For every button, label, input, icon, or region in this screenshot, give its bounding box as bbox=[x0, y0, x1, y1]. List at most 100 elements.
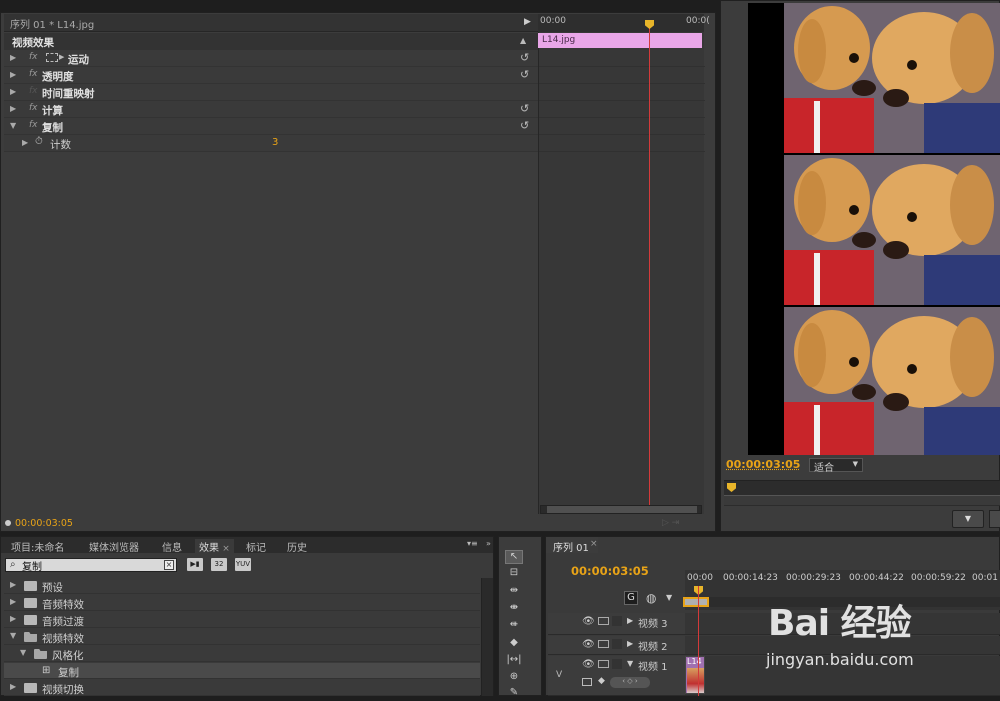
film-icon[interactable] bbox=[598, 660, 609, 668]
track-header-video3[interactable]: 👁 ▶ 视频 3 bbox=[548, 613, 685, 635]
expand-triangle-icon[interactable]: ▶ bbox=[10, 87, 16, 96]
slide-tool-icon[interactable]: ⊕ bbox=[505, 671, 523, 685]
track-select-tool-icon[interactable]: ⊟ bbox=[505, 567, 523, 581]
tree-item-audio-transitions[interactable]: ▶ 音频过渡 bbox=[4, 612, 480, 628]
add-marker-icon[interactable]: ◍ bbox=[646, 591, 656, 605]
tab-project[interactable]: 项目:未命名 bbox=[11, 539, 64, 554]
expand-triangle-icon[interactable]: ▶ bbox=[627, 639, 633, 648]
collapse-triangle-icon[interactable]: ▼ bbox=[627, 659, 633, 668]
monitor-button[interactable] bbox=[989, 510, 1000, 528]
pen-tool-icon[interactable]: ✎ bbox=[505, 687, 523, 701]
tab-media-browser[interactable]: 媒体浏览器 bbox=[89, 539, 139, 554]
tab-history[interactable]: 历史 bbox=[287, 539, 307, 554]
program-timecode[interactable]: 00:00:03:05 bbox=[726, 458, 800, 471]
fx-icon[interactable]: fx bbox=[29, 69, 38, 79]
fx-icon[interactable]: fx bbox=[29, 52, 38, 62]
effect-row-replicate[interactable]: ▼ fx 复制 ↺ bbox=[4, 118, 538, 135]
keyframe-navigator[interactable]: ‹ ◇ › bbox=[610, 677, 650, 688]
expand-triangle-icon[interactable]: ▶ bbox=[10, 104, 16, 113]
playhead[interactable] bbox=[649, 20, 650, 514]
expand-triangle-icon[interactable]: ▶ bbox=[22, 138, 28, 147]
32bit-effects-button[interactable]: 32 bbox=[211, 558, 227, 571]
tree-item-stylize[interactable]: ▼ 风格化 bbox=[4, 646, 480, 662]
film-icon[interactable] bbox=[598, 640, 609, 648]
play-arrow-icon[interactable]: ▶ bbox=[524, 17, 531, 27]
tree-item-video-effects[interactable]: ▼ 视频特效 bbox=[4, 629, 480, 645]
tab-markers[interactable]: 标记 bbox=[246, 539, 266, 554]
track-header-video1[interactable]: 👁 ▼ 视频 1 ◆ ‹ ◇ › bbox=[548, 656, 685, 696]
clear-search-icon[interactable]: × bbox=[164, 560, 174, 570]
tree-item-audio-effects[interactable]: ▶ 音频特效 bbox=[4, 595, 480, 611]
expand-triangle-icon[interactable]: ▶ bbox=[10, 597, 16, 606]
keyframe-icon[interactable]: ◆ bbox=[598, 676, 605, 686]
timeline-scrollbar[interactable] bbox=[540, 505, 702, 514]
expand-triangle-icon[interactable]: ▶ bbox=[10, 53, 16, 62]
collapse-triangle-icon[interactable]: ▼ bbox=[10, 121, 16, 130]
snap-icon[interactable]: G bbox=[624, 591, 638, 605]
effect-controls-header[interactable]: 序列 01 * L14.jpg ▶ bbox=[4, 14, 538, 32]
collapse-triangle-icon[interactable]: ▼ bbox=[10, 631, 16, 640]
search-input[interactable] bbox=[22, 559, 162, 571]
collapse-up-icon[interactable]: ▲ bbox=[520, 36, 526, 45]
collapse-triangle-icon[interactable]: ▼ bbox=[20, 648, 26, 657]
yuv-effects-button[interactable]: YUV bbox=[235, 558, 251, 571]
effect-controls-timecode[interactable]: 00:00:03:05 bbox=[15, 518, 73, 529]
film-icon[interactable] bbox=[598, 617, 609, 625]
close-icon[interactable]: × bbox=[590, 539, 598, 549]
program-scrub-bar[interactable] bbox=[724, 480, 1000, 506]
lock-toggle-icon[interactable] bbox=[612, 616, 622, 626]
transform-box-icon[interactable] bbox=[46, 53, 58, 62]
add-marker-button[interactable]: ▼ bbox=[952, 510, 984, 528]
slip-tool-icon[interactable]: |↔| bbox=[505, 654, 523, 668]
tree-item-replicate[interactable]: ⊞ 复制 bbox=[4, 663, 480, 679]
rolling-edit-tool-icon[interactable]: ⇼ bbox=[505, 602, 523, 616]
param-value[interactable]: 3 bbox=[272, 137, 278, 148]
eye-icon[interactable]: 👁 bbox=[582, 659, 595, 670]
reset-icon[interactable]: ↺ bbox=[520, 102, 529, 115]
lock-toggle-icon[interactable] bbox=[612, 659, 622, 669]
display-style-icon[interactable] bbox=[582, 678, 592, 686]
playhead-marker-icon[interactable] bbox=[727, 483, 736, 492]
razor-tool-icon[interactable]: ◆ bbox=[505, 637, 523, 651]
clip-bar[interactable]: L14.jpg bbox=[538, 33, 702, 48]
expand-triangle-icon[interactable]: ▶ bbox=[627, 616, 633, 625]
accelerated-effects-button[interactable]: ▶▮ bbox=[187, 558, 203, 571]
effect-controls-ruler[interactable]: 00:00 00:0( bbox=[538, 14, 710, 32]
tree-item-presets[interactable]: ▶ 预设 bbox=[4, 578, 480, 594]
expand-triangle-icon[interactable]: ▶ bbox=[10, 682, 16, 691]
expand-triangle-icon[interactable]: ▶ bbox=[10, 580, 16, 589]
track-header-video2[interactable]: 👁 ▶ 视频 2 bbox=[548, 636, 685, 655]
reset-icon[interactable]: ↺ bbox=[520, 68, 529, 81]
panel-more-icon[interactable]: » bbox=[486, 539, 491, 548]
rate-stretch-tool-icon[interactable]: ⇺ bbox=[505, 619, 523, 633]
work-area-bar[interactable] bbox=[683, 597, 709, 607]
reset-icon[interactable]: ↺ bbox=[520, 51, 529, 64]
play-controls-icon[interactable]: ▷ ⇥ bbox=[662, 518, 679, 528]
selection-tool-icon[interactable]: ↖ bbox=[505, 550, 523, 564]
reset-icon[interactable]: ↺ bbox=[520, 119, 529, 132]
effect-row-motion[interactable]: ▶ fx ▶ 运动 ↺ bbox=[4, 50, 538, 67]
fx-icon[interactable]: fx bbox=[29, 103, 38, 113]
eye-icon[interactable]: 👁 bbox=[582, 639, 595, 650]
effect-row-time-remap[interactable]: ▶ fx 时间重映射 bbox=[4, 84, 538, 101]
panel-menu-icon[interactable]: ▾≡ bbox=[467, 539, 478, 548]
close-icon[interactable]: × bbox=[222, 544, 230, 554]
eye-icon[interactable]: 👁 bbox=[582, 616, 595, 627]
sequence-playhead[interactable] bbox=[698, 586, 699, 696]
tab-effects[interactable]: 效果 × bbox=[195, 539, 234, 554]
tab-info[interactable]: 信息 bbox=[162, 539, 182, 554]
timeline-clip[interactable]: L14 bbox=[685, 656, 705, 694]
ripple-edit-tool-icon[interactable]: ⇹ bbox=[505, 585, 523, 599]
effect-row-opacity[interactable]: ▶ fx 透明度 ↺ bbox=[4, 67, 538, 84]
lock-toggle-icon[interactable] bbox=[612, 639, 622, 649]
expand-triangle-icon[interactable]: ▶ bbox=[10, 70, 16, 79]
effects-search-box[interactable]: ⌕ × bbox=[5, 558, 177, 572]
effects-scrollbar[interactable] bbox=[481, 578, 493, 696]
sequence-timecode[interactable]: 00:00:03:05 bbox=[571, 564, 649, 578]
fit-dropdown[interactable]: 适合 ▼ bbox=[809, 458, 863, 474]
tab-sequence[interactable]: 序列 01 × bbox=[546, 537, 598, 554]
expand-triangle-icon[interactable]: ▶ bbox=[10, 614, 16, 623]
param-row-count[interactable]: ▶ ⏱ 计数 3 bbox=[4, 135, 538, 152]
marker-icon[interactable]: ▼ bbox=[666, 593, 672, 602]
stopwatch-icon[interactable]: ⏱ bbox=[35, 136, 43, 147]
